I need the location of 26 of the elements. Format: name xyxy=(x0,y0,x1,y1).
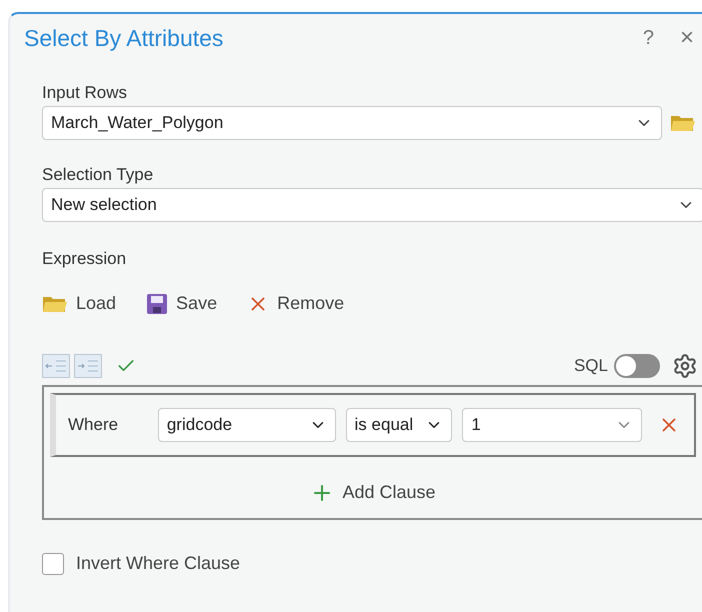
value-dropdown[interactable]: 1 xyxy=(462,408,642,442)
field-label: Selection Type xyxy=(42,164,154,186)
window-title: Select By Attributes xyxy=(24,24,224,53)
checkbox-label: Invert Where Clause xyxy=(76,552,240,575)
selection-type-dropdown[interactable]: New selection xyxy=(42,188,702,222)
sql-toggle[interactable] xyxy=(614,354,660,378)
add-clause-button[interactable]: Add Clause xyxy=(310,479,436,506)
invert-checkbox-row[interactable]: Invert Where Clause xyxy=(42,550,702,577)
field-label: Input Rows xyxy=(42,82,128,104)
where-label: Where xyxy=(68,414,120,436)
outdent-icon[interactable] xyxy=(42,354,70,378)
help-button[interactable]: ? xyxy=(642,23,654,53)
indent-icon[interactable] xyxy=(74,354,102,378)
folder-icon xyxy=(670,113,696,133)
load-button[interactable]: Load xyxy=(42,290,116,317)
settings-icon[interactable] xyxy=(672,353,698,379)
browse-button[interactable] xyxy=(670,113,696,133)
input-rows-dropdown[interactable]: March_Water_Polygon xyxy=(42,106,662,140)
sql-label: SQL xyxy=(574,355,608,378)
close-button[interactable]: × xyxy=(680,20,694,56)
operator-dropdown[interactable]: is equal xyxy=(346,408,452,442)
section-label: Expression xyxy=(42,248,128,270)
save-button[interactable]: Save xyxy=(146,290,218,317)
remove-button[interactable]: Remove xyxy=(247,290,344,317)
field-dropdown[interactable]: gridcode xyxy=(158,408,336,442)
checkbox[interactable] xyxy=(42,552,64,574)
